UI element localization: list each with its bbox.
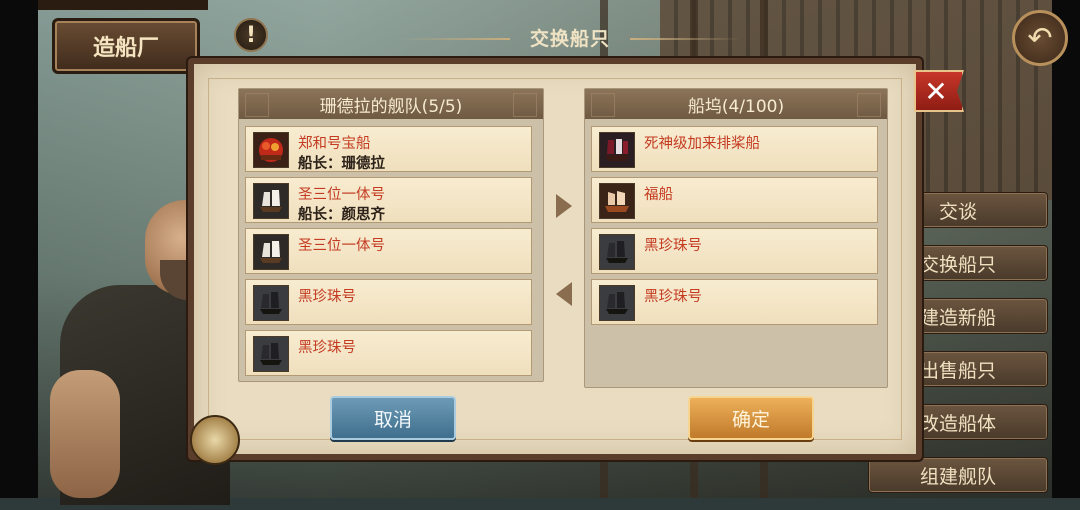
ship-name: 福船: [644, 187, 673, 203]
black-pearl-ship-icon: [253, 285, 289, 321]
ship-captain: 船长：珊德拉: [298, 156, 385, 172]
ship-name: 圣三位一体号: [298, 187, 385, 203]
close-button[interactable]: ✕: [914, 70, 964, 112]
screen-edge-right: [1052, 0, 1080, 498]
move-to-fleet-arrow-icon[interactable]: [556, 282, 572, 306]
galley-ship-icon: [599, 132, 635, 168]
ship-name: 郑和号宝船: [298, 136, 371, 152]
ship-name: 死神级加来排桨船: [644, 136, 760, 152]
dialog-title: 交换船只: [529, 28, 610, 50]
ship-name: 黑珍珠号: [298, 289, 356, 305]
dock-list-header: 船坞(4/100): [585, 89, 887, 119]
dock-ship-row[interactable]: 黑珍珠号: [591, 279, 878, 325]
cancel-button[interactable]: 取消: [330, 396, 456, 440]
compass-icon[interactable]: [190, 415, 240, 465]
ship-name: 黑珍珠号: [644, 238, 702, 254]
treasure-ship-icon: [253, 132, 289, 168]
fleet-ship-row[interactable]: 黑珍珠号: [245, 279, 532, 325]
ship-name: 圣三位一体号: [298, 238, 385, 254]
sailing-ship-icon: [253, 234, 289, 270]
side-menu-item-form-fleet[interactable]: 组建舰队: [868, 457, 1048, 493]
black-pearl-ship-icon: [599, 285, 635, 321]
ship-name: 黑珍珠号: [298, 340, 356, 356]
fu-ship-icon: [599, 183, 635, 219]
sign-hanger: [38, 0, 208, 10]
location-sign: 造船厂: [52, 18, 200, 74]
dock-ship-row[interactable]: 死神级加来排桨船: [591, 126, 878, 172]
screen-edge-left: [0, 0, 38, 498]
fleet-list-header: 珊德拉的舰队(5/5): [239, 89, 543, 119]
dock-list: 船坞(4/100) 死神级加来排桨船 福船 黑珍珠号 黑珍珠号: [584, 88, 888, 388]
black-pearl-ship-icon: [599, 234, 635, 270]
move-to-dock-arrow-icon[interactable]: [556, 194, 572, 218]
fleet-ship-row[interactable]: 圣三位一体号: [245, 228, 532, 274]
ship-name: 黑珍珠号: [644, 289, 702, 305]
alert-icon[interactable]: !: [234, 18, 268, 52]
fleet-ship-row[interactable]: 黑珍珠号: [245, 330, 532, 376]
sailing-ship-icon: [253, 183, 289, 219]
ship-captain: 船长：颜思齐: [298, 207, 385, 223]
fleet-ship-row[interactable]: 圣三位一体号 船长：颜思齐: [245, 177, 532, 223]
back-button[interactable]: ↶: [1012, 10, 1068, 66]
confirm-button[interactable]: 确定: [688, 396, 814, 440]
fleet-list: 珊德拉的舰队(5/5) 郑和号宝船 船长：珊德拉 圣三位一体号 船长：颜思齐 圣…: [238, 88, 544, 382]
black-pearl-ship-icon: [253, 336, 289, 372]
fleet-ship-row[interactable]: 郑和号宝船 船长：珊德拉: [245, 126, 532, 172]
dock-ship-row[interactable]: 福船: [591, 177, 878, 223]
character-arm: [50, 370, 120, 498]
dock-ship-row[interactable]: 黑珍珠号: [591, 228, 878, 274]
